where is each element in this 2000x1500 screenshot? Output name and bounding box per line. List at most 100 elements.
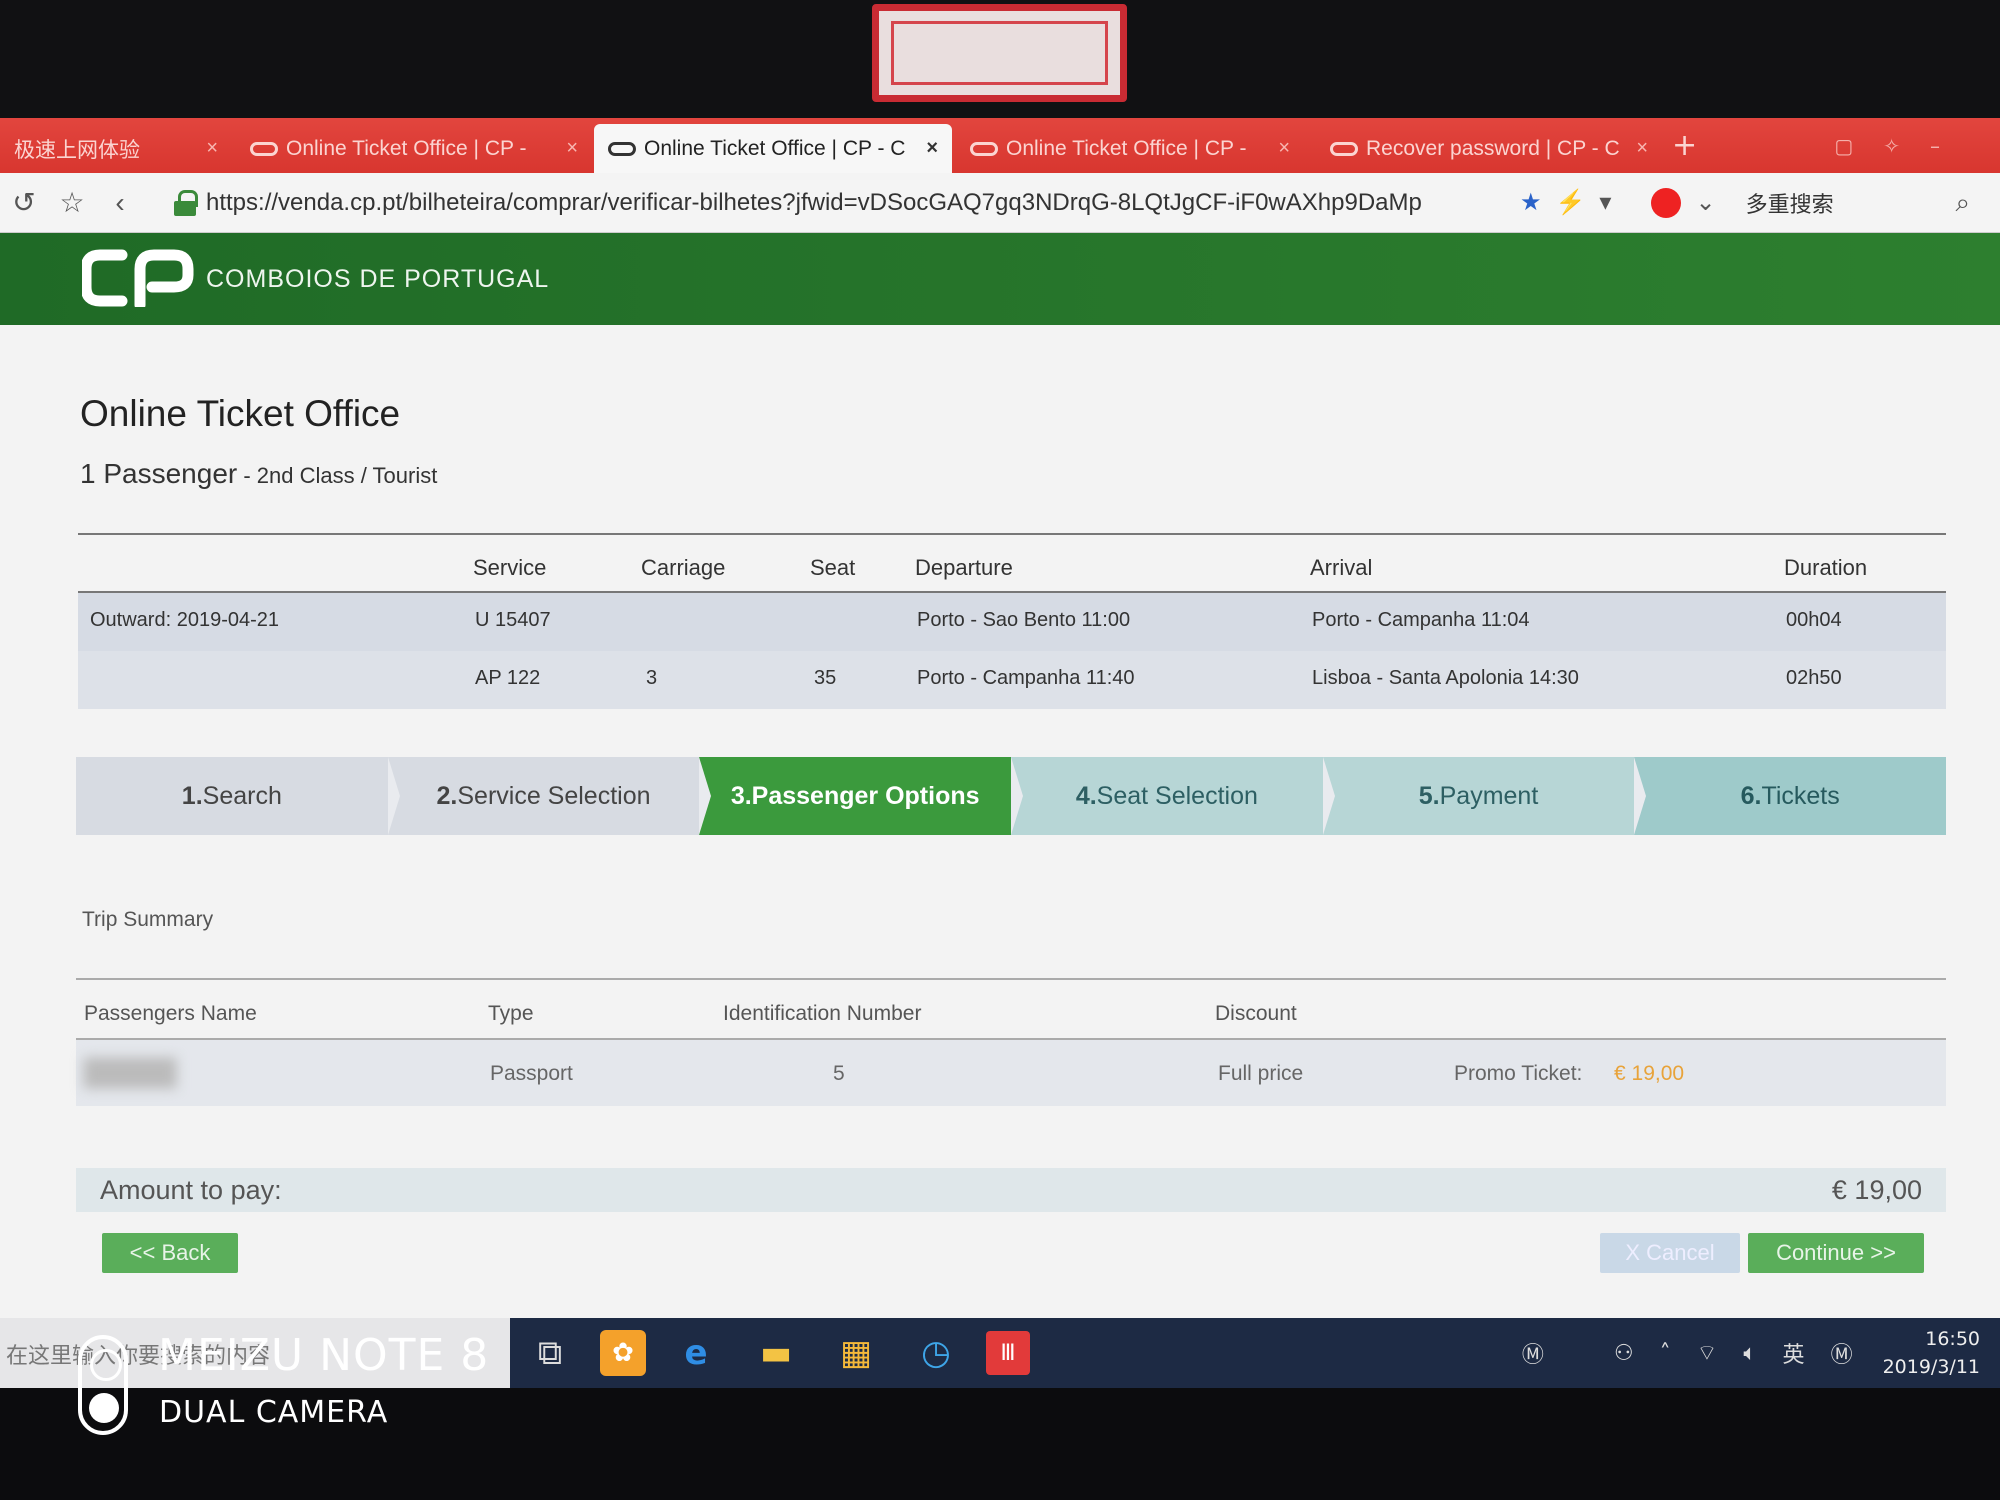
webcam-cover-sticker (872, 4, 1127, 102)
step-number: 4. (1075, 781, 1097, 810)
clock-date: 2019/3/11 (1882, 1356, 1980, 1378)
column-header-seat: Seat (810, 555, 856, 580)
lock-icon (174, 189, 198, 216)
promo-ticket-price: € 19,00 (1614, 1062, 1685, 1085)
tab-close-icon[interactable]: × (1626, 137, 1648, 160)
clock-app-icon[interactable]: ◷ (906, 1323, 966, 1383)
browser-address-bar: ↺ ☆ ‹ https://venda.cp.pt/bilheteira/com… (0, 173, 2000, 233)
checkout-steps: 1. Search 2. Service Selection 3. Passenger… (76, 757, 1947, 835)
trip-arrival: Porto - Campanha 11:04 (1312, 609, 1530, 631)
laptop-screen: 极速上网体验 × Online Ticket Office | CP - × O… (0, 118, 2000, 1388)
cancel-button[interactable]: X Cancel (1600, 1233, 1740, 1273)
column-header-id-number: Identification Number (723, 1002, 922, 1025)
browser-tab-bar: 极速上网体验 × Online Ticket Office | CP - × O… (0, 118, 2000, 173)
step-seat-selection: 4. Seat Selection (1011, 757, 1335, 835)
chevron-down-icon[interactable]: ⌄ (1695, 188, 1715, 217)
trip-service: AP 122 (475, 667, 541, 689)
bookmark-star-icon[interactable]: ★ (1520, 188, 1542, 217)
amount-to-pay-bar: Amount to pay: € 19,00 (76, 1168, 1946, 1212)
chevron-down-icon[interactable]: ▾ (1599, 188, 1611, 217)
cp-favicon-icon (608, 141, 636, 156)
back-arrow-icon[interactable]: ‹ (96, 179, 144, 227)
site-name: COMBOIOS DE PORTUGAL (206, 265, 550, 293)
step-label: Tickets (1761, 781, 1840, 810)
column-header-discount: Discount (1215, 1002, 1297, 1025)
wifi-icon[interactable]: ⌔ (1697, 1339, 1718, 1367)
trip-carriage: 3 (646, 667, 658, 689)
search-engine-icon[interactable] (1651, 187, 1682, 218)
undo-icon[interactable]: ↺ (0, 179, 48, 227)
step-label: Passenger Options (751, 781, 980, 810)
taskbar-clock[interactable]: 16:50 2019/3/11 (1883, 1325, 1980, 1381)
step-search[interactable]: 1. Search (76, 757, 400, 835)
column-header-arrival: Arrival (1310, 555, 1373, 580)
edge-browser-icon[interactable]: e (666, 1323, 726, 1383)
browser-tab-2[interactable]: Online Ticket Office | CP - × (236, 124, 592, 173)
step-service-selection[interactable]: 2. Service Selection (387, 757, 712, 835)
step-number: 1. (181, 781, 203, 810)
chevron-up-icon[interactable]: ˄ (1660, 1341, 1671, 1366)
step-number: 3. (730, 781, 752, 810)
continue-button[interactable]: Continue >> (1748, 1233, 1924, 1273)
amount-value: € 19,00 (1831, 1174, 1922, 1205)
photo-of-laptop-screen: 极速上网体验 × Online Ticket Office | CP - × O… (0, 0, 2000, 1500)
tab-title: Online Ticket Office | CP - (1006, 136, 1247, 160)
window-controls[interactable]: ▢✧– (1834, 134, 1970, 158)
search-icon[interactable]: ⌕ (1955, 187, 1970, 219)
volume-icon[interactable]: 🔈︎ (1743, 1341, 1756, 1366)
trip-duration: 00h04 (1786, 609, 1842, 631)
tab-title: Online Ticket Office | CP - C (644, 136, 906, 160)
tab-close-icon[interactable]: × (196, 137, 218, 160)
people-icon[interactable]: ⚇ (1614, 1341, 1634, 1366)
step-label: Service Selection (457, 781, 651, 810)
passenger-count: 1 Passenger (80, 458, 238, 489)
column-header-duration: Duration (1784, 555, 1868, 580)
browser-tab-active[interactable]: Online Ticket Office | CP - C × (594, 124, 952, 173)
store-icon[interactable]: ▦ (826, 1323, 886, 1383)
cp-favicon-icon (970, 141, 998, 156)
laptop-bezel-top (0, 0, 2000, 118)
m-app-icon[interactable]: Ⓜ (1831, 1337, 1853, 1369)
trip-duration: 02h50 (1786, 667, 1842, 689)
step-label: Search (202, 781, 282, 810)
watermark-model: MEIZU NOTE 8 (158, 1330, 490, 1381)
red-app-icon[interactable]: Ⅲ (986, 1331, 1030, 1375)
step-passenger-options[interactable]: 3. Passenger Options (699, 757, 1023, 835)
tab-close-icon[interactable]: × (556, 137, 578, 160)
task-view-icon[interactable]: ⧉ (520, 1323, 580, 1383)
summary-table-header: Passengers Name Type Identification Numb… (76, 978, 1946, 1040)
passenger-discount: Full price (1218, 1062, 1304, 1085)
browser-tab-5[interactable]: Recover password | CP - C × (1316, 124, 1662, 173)
system-tray: Ⓜ ⚇ ˄ ⌔ 🔈︎ 英 Ⓜ 16:50 2019/3/11 (1496, 1325, 2000, 1381)
input-method-indicator[interactable]: 英 (1783, 1337, 1805, 1369)
browser-tab-4[interactable]: Online Ticket Office | CP - × (956, 124, 1304, 173)
pinned-app-icon[interactable]: ✿ (600, 1330, 646, 1376)
speed-mode-icon[interactable]: ⚡ (1556, 188, 1586, 217)
step-number: 5. (1418, 781, 1440, 810)
column-header-type: Type (488, 1002, 534, 1025)
column-header-passenger-name: Passengers Name (84, 1002, 257, 1025)
trips-table-header: Service Carriage Seat Departure Arrival … (78, 533, 1946, 593)
tab-close-icon[interactable]: × (916, 137, 938, 160)
column-header-service: Service (473, 555, 547, 580)
cp-logo[interactable] (82, 249, 194, 307)
url-field[interactable]: https://venda.cp.pt/bilheteira/comprar/v… (206, 189, 1506, 217)
tab-close-icon[interactable]: × (1268, 137, 1290, 160)
promo-ticket-label: Promo Ticket: (1454, 1062, 1583, 1085)
search-engine-label[interactable]: 多重搜索 (1746, 187, 1834, 219)
trip-seat: 35 (814, 667, 837, 689)
step-tickets: 6. Tickets (1634, 757, 1947, 835)
file-explorer-icon[interactable]: ▬ (746, 1323, 806, 1383)
amount-label: Amount to pay: (100, 1174, 282, 1205)
new-tab-button[interactable]: + (1672, 128, 1697, 163)
passenger-name-redacted: ▇▇▇▇ (84, 1055, 177, 1088)
table-row: ▇▇▇▇ Passport 5 Full price Promo Ticket:… (76, 1040, 1946, 1106)
page-title: Online Ticket Office (80, 393, 401, 434)
passenger-id-number: 5 (833, 1062, 845, 1085)
browser-tab-1[interactable]: 极速上网体验 × (0, 124, 232, 173)
m-app-icon[interactable]: Ⓜ (1522, 1337, 1544, 1369)
back-button[interactable]: << Back (102, 1233, 238, 1273)
trip-summary-heading: Trip Summary (82, 908, 214, 931)
favorites-star-icon[interactable]: ☆ (48, 179, 96, 227)
passenger-summary-table: Passengers Name Type Identification Numb… (76, 978, 1946, 1106)
